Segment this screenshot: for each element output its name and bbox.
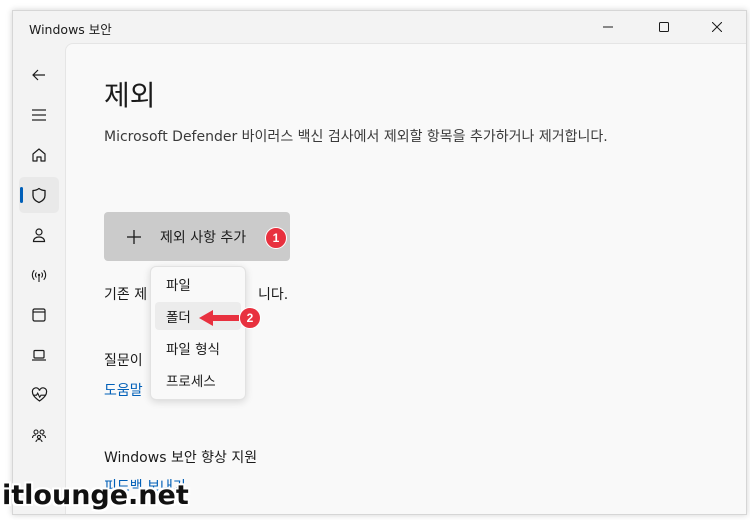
plus-icon [127,229,141,244]
sidebar-item-firewall[interactable] [19,257,59,293]
title-bar: Windows 보안 [13,11,746,43]
question-heading: 질문이 [104,353,143,369]
close-icon [712,22,722,32]
step-badge-1: 1 [265,227,287,249]
menu-item-process[interactable]: 프로세스 [155,366,241,394]
main-content: 제외 Microsoft Defender 바이러스 백신 검사에서 제외할 항… [65,43,746,514]
close-button[interactable] [694,11,740,43]
add-exclusion-button[interactable]: 제외 사항 추가 [104,212,290,261]
menu-item-file-type[interactable]: 파일 형식 [155,334,241,362]
page-title: 제외 [104,79,156,112]
minimize-button[interactable] [585,11,631,43]
sidebar [13,43,65,514]
window-title: Windows 보안 [29,22,112,37]
sidebar-item-device-health[interactable] [19,377,59,413]
shield-icon [32,187,46,203]
hamburger-menu-icon [32,109,46,121]
sidebar-item-virus-protection[interactable] [19,177,59,213]
laptop-icon [32,349,46,361]
watermark: itlounge.net [2,480,189,511]
app-window: Windows 보안 제외 Microsoft Defender 바이러스 백신… [12,10,747,515]
home-icon [32,148,46,162]
menu-item-file[interactable]: 파일 [155,270,241,298]
page-description: Microsoft Defender 바이러스 백신 검사에서 제외할 항목을 … [104,129,608,145]
active-indicator [20,187,23,203]
wifi-signal-icon [31,269,47,282]
menu-toggle-button[interactable] [19,97,59,133]
maximize-button[interactable] [641,11,687,43]
sidebar-item-account[interactable] [19,217,59,253]
back-arrow-icon [32,69,45,81]
sidebar-item-app-browser[interactable] [19,297,59,333]
annotation-arrow-icon [199,310,239,326]
improve-security-heading: Windows 보안 향상 지원 [104,450,258,466]
family-icon [31,429,47,443]
add-exclusion-label: 제외 사항 추가 [160,229,247,246]
minimize-icon [603,26,613,28]
sidebar-item-home[interactable] [19,137,59,173]
heart-pulse-icon [31,387,47,402]
back-button[interactable] [19,57,59,93]
help-link[interactable]: 도움말 [104,380,143,400]
existing-exclusions-text-end: 니다. [258,287,289,303]
sidebar-item-family[interactable] [19,417,59,453]
exclusion-type-menu: 파일 폴더 파일 형식 프로세스 [150,266,246,400]
step-badge-2: 2 [239,307,261,329]
maximize-icon [659,22,669,32]
existing-exclusions-text-start: 기존 제 [104,287,148,303]
person-icon [32,228,46,243]
sidebar-item-device-security[interactable] [19,337,59,373]
app-browser-icon [32,308,46,322]
